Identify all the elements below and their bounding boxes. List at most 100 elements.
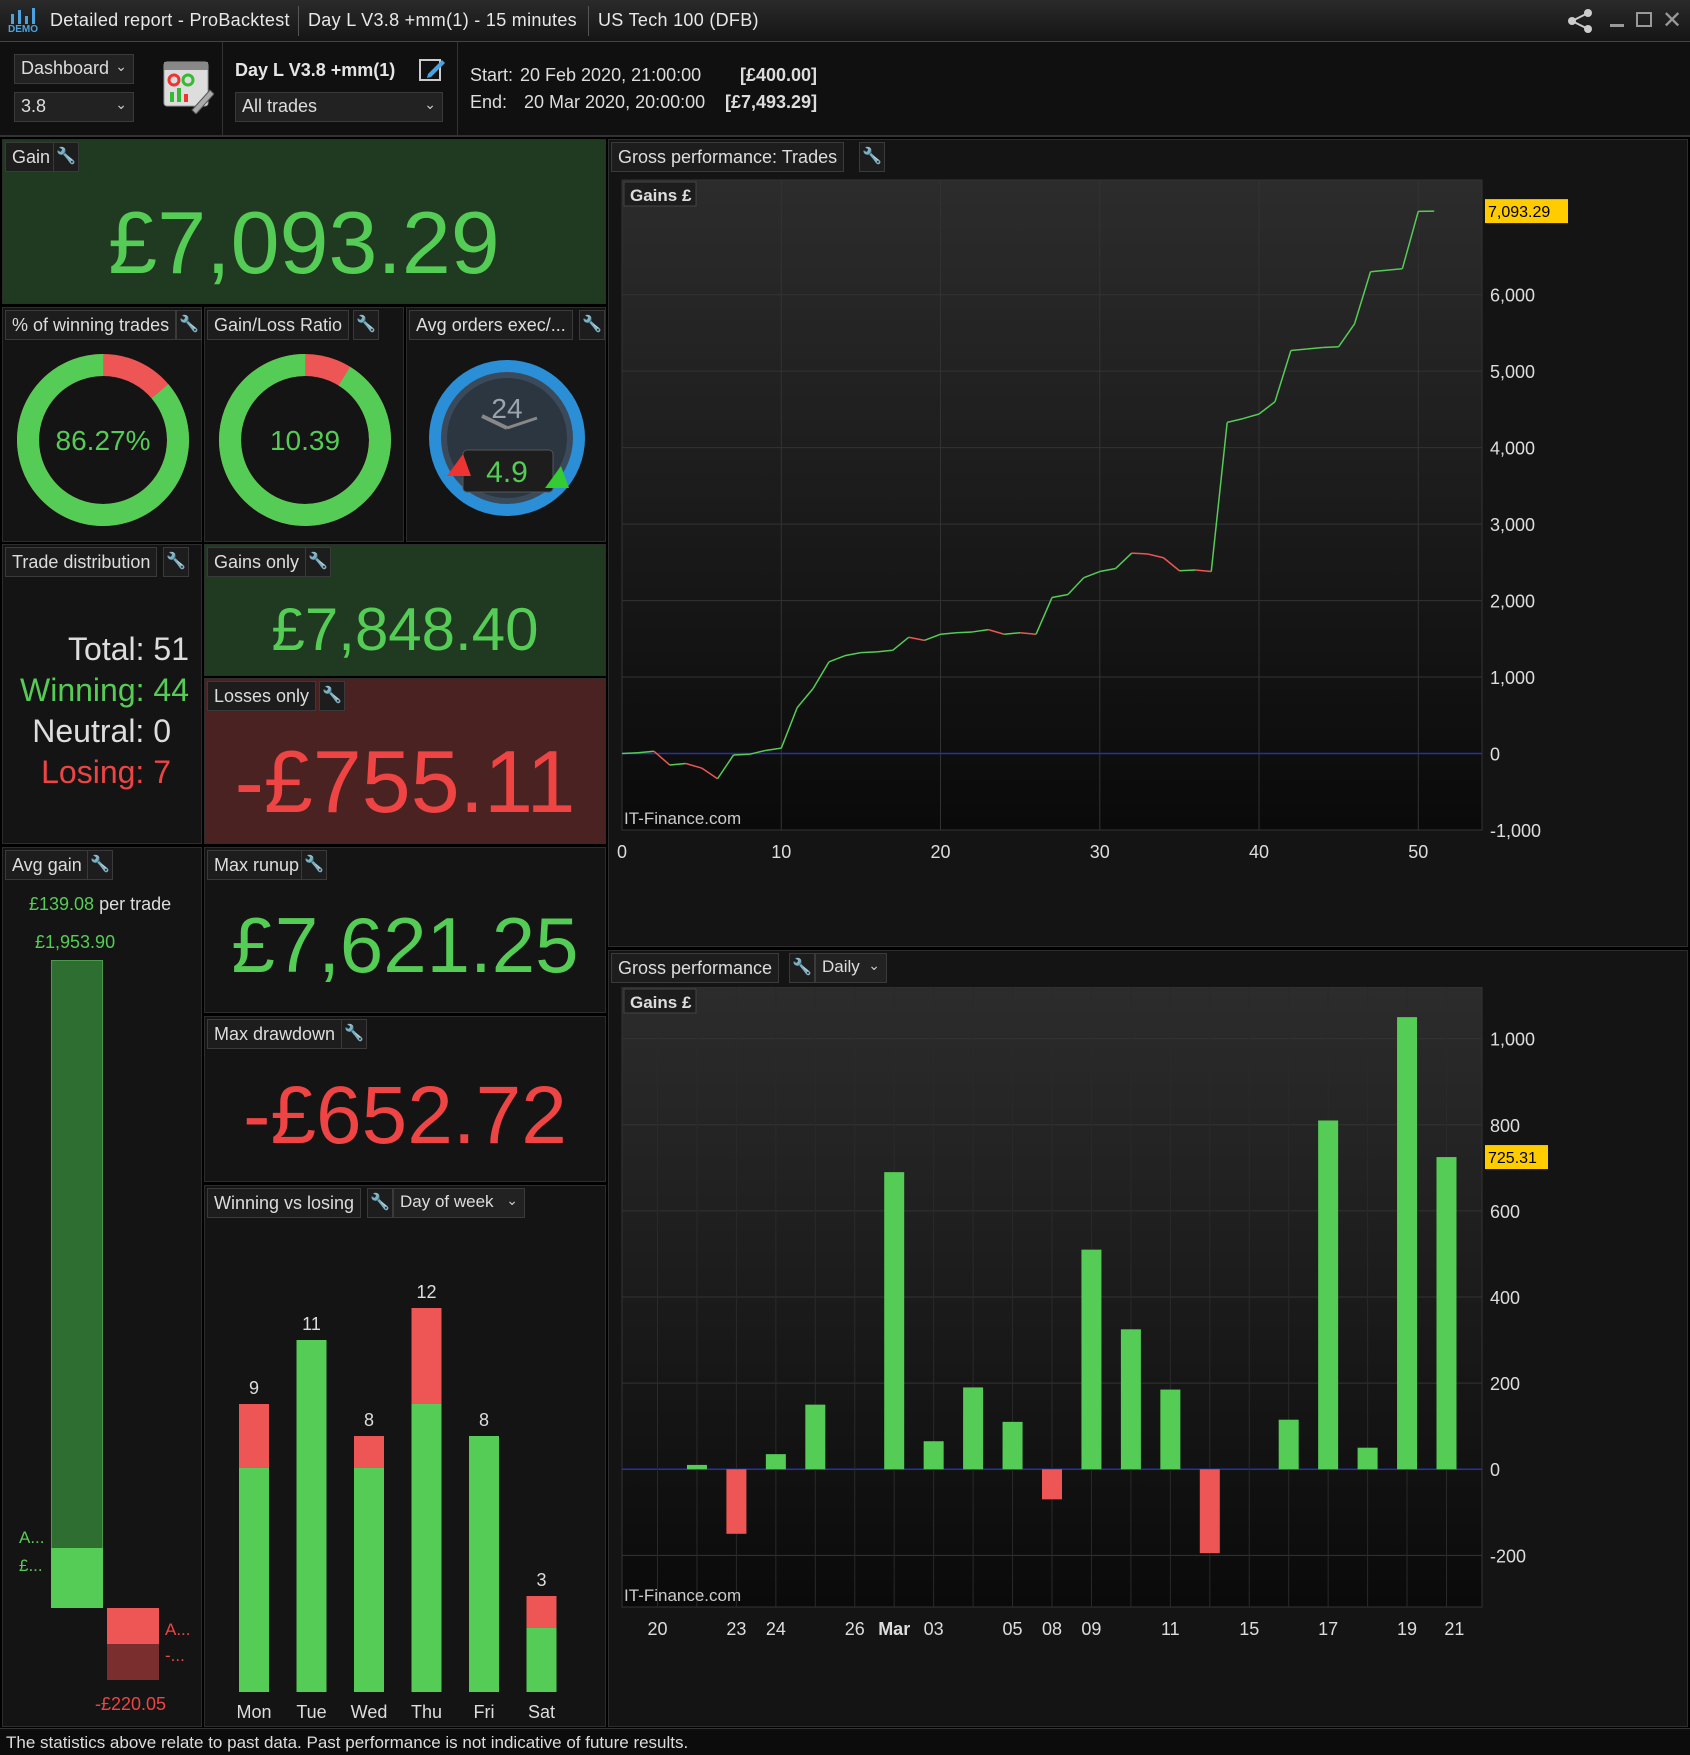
toolbar: Dashboard ⌄ 3.8 ⌄ Day L V3.8 +mm(1) All tr… [0,42,1690,137]
y-tick-label: 200 [1490,1374,1520,1394]
equity-line-segment [1131,552,1148,555]
wrench-icon[interactable]: 🔧 [87,850,113,880]
winning-bar [411,1404,442,1692]
losing-bar [354,1436,384,1468]
gain-panel: Gain 🔧 £7,093.29 [2,139,606,304]
report-settings-icon[interactable] [162,60,215,119]
x-tick-label: 19 [1397,1619,1417,1639]
losses-only-value: -£755.11 [234,732,576,831]
gross-daily-chart: -200 0 200 400 600 800 1,000 20 23 24 26 Mar 03 05 08 0… [621,987,1548,1639]
wrench-icon[interactable]: 🔧 [301,850,327,880]
avg-per-trade-value: £139.08 [29,894,95,914]
y-tick-label: 800 [1490,1116,1520,1136]
last-value-label: 7,093.29 [1488,204,1550,221]
day-of-week-select[interactable]: Day of week ⌄ [393,1188,525,1218]
wrench-icon[interactable]: 🔧 [319,681,345,711]
day-label: Fri [474,1702,495,1722]
end-label: End: [470,92,508,112]
neutral-trades-count: Neutral: 0 [32,713,171,749]
trades-filter-select[interactable]: All trades ⌄ [235,92,443,122]
gross-daily-panel: Gross performance 🔧 Daily ⌄ -200 0 200 400 60… [608,950,1688,1727]
wrench-icon[interactable]: 🔧 [789,953,815,983]
daily-bar [1318,1120,1339,1470]
avg-per-trade: £139.08 per trade [29,894,171,915]
avg-gain-title: Avg gain [5,850,89,880]
bar-total-label: 3 [536,1570,546,1590]
winning-vs-losing-title: Winning vs losing [207,1188,362,1218]
wrench-icon[interactable]: 🔧 [305,547,331,577]
edit-icon[interactable] [418,56,446,89]
period-value: Daily [822,957,860,976]
wrench-icon[interactable]: 🔧 [859,142,885,172]
x-tick-label: 09 [1081,1619,1101,1639]
bar-total-label: 8 [364,1410,374,1430]
start-capital: [£400.00] [740,65,818,85]
app-logo-icon: DEMO [8,6,40,36]
x-tick-label: 11 [1161,1619,1180,1639]
close-icon[interactable]: ✕ [1662,6,1682,35]
plot-area [621,179,1483,831]
losses-only-panel: Losses only 🔧 -£755.11 [204,678,606,844]
strategy-tab[interactable]: Day L V3.8 +mm(1) - 15 minutes [308,10,577,31]
winning-trades-count: Winning: 44 [20,672,189,708]
daily-bar [1120,1329,1141,1470]
series-label: Gains £ [630,186,692,205]
losing-bar [411,1308,442,1404]
version-select[interactable]: 3.8 ⌄ [14,92,134,122]
max-gain-label: £1,953.90 [35,932,116,952]
maximize-icon[interactable] [1636,12,1652,27]
day-label: Tue [296,1702,326,1722]
clock-gauge-icon: 24 4.9 [429,360,585,516]
x-tick-label: 05 [1003,1619,1023,1639]
max-runup-value: £7,621.25 [231,901,579,989]
x-tick-label: 15 [1239,1619,1259,1639]
wrench-icon[interactable]: 🔧 [579,310,605,340]
wrench-icon[interactable]: 🔧 [53,142,79,172]
day-label: Wed [351,1702,388,1722]
y-tick-label: 2,000 [1490,592,1535,612]
chevron-down-icon: ⌄ [115,96,127,112]
watermark: IT-Finance.com [624,1586,741,1605]
chevron-down-icon: ⌄ [115,58,127,74]
equity-line-segment [1322,345,1339,349]
bar-total-label: 12 [416,1282,436,1302]
daily-bar [1002,1421,1023,1470]
gain-loss-ratio-value: 10.39 [270,425,340,456]
gain-loss-ratio-title: Gain/Loss Ratio [207,310,350,340]
max-drawdown-panel: Max drawdown 🔧 -£652.72 [204,1016,606,1182]
wrench-icon[interactable]: 🔧 [163,547,189,577]
losing-bar [239,1404,269,1468]
max-runup-title: Max runup [207,850,307,880]
bar-total-label: 9 [249,1378,259,1398]
view-select[interactable]: Dashboard ⌄ [14,54,134,84]
avg-loss-label: A... [165,1620,191,1639]
y-tick-label: 3,000 [1490,515,1535,535]
period-select[interactable]: Daily ⌄ [815,953,887,983]
y-tick-label: 600 [1490,1202,1520,1222]
winning-trades-panel: % of winning trades 🔧 86.27% [2,307,202,542]
wrench-icon[interactable]: 🔧 [367,1188,393,1218]
wrench-icon[interactable]: 🔧 [176,310,202,340]
y-tick-label: 0 [1490,1460,1500,1480]
gain-loss-ratio-panel: Gain/Loss Ratio 🔧 10.39 [204,307,404,542]
daily-bar [1436,1157,1457,1470]
chevron-down-icon: ⌄ [506,1192,518,1208]
y-tick-label: 0 [1490,745,1500,765]
equity-line-segment [956,631,973,634]
y-tick-label: 400 [1490,1288,1520,1308]
avg-gain-panel: Avg gain 🔧 £139.08 per trade £1,953.90 A… [2,847,202,1727]
day-of-week-value: Day of week [400,1192,494,1211]
avg-orders-value: 4.9 [486,456,528,489]
bar-total-label: 11 [302,1314,321,1334]
share-icon[interactable] [1566,8,1596,39]
x-tick-label: 40 [1249,842,1269,862]
wrench-icon[interactable]: 🔧 [353,310,379,340]
avg-win-label: A... [19,1528,45,1547]
last-value-label: 725.31 [1488,1150,1537,1167]
daily-bar [765,1454,786,1470]
x-tick-label: 23 [726,1619,746,1639]
daily-bar [963,1387,984,1470]
wrench-icon[interactable]: 🔧 [341,1019,367,1049]
minimize-icon[interactable] [1610,24,1624,27]
instrument-tab[interactable]: US Tech 100 (DFB) [598,10,759,31]
